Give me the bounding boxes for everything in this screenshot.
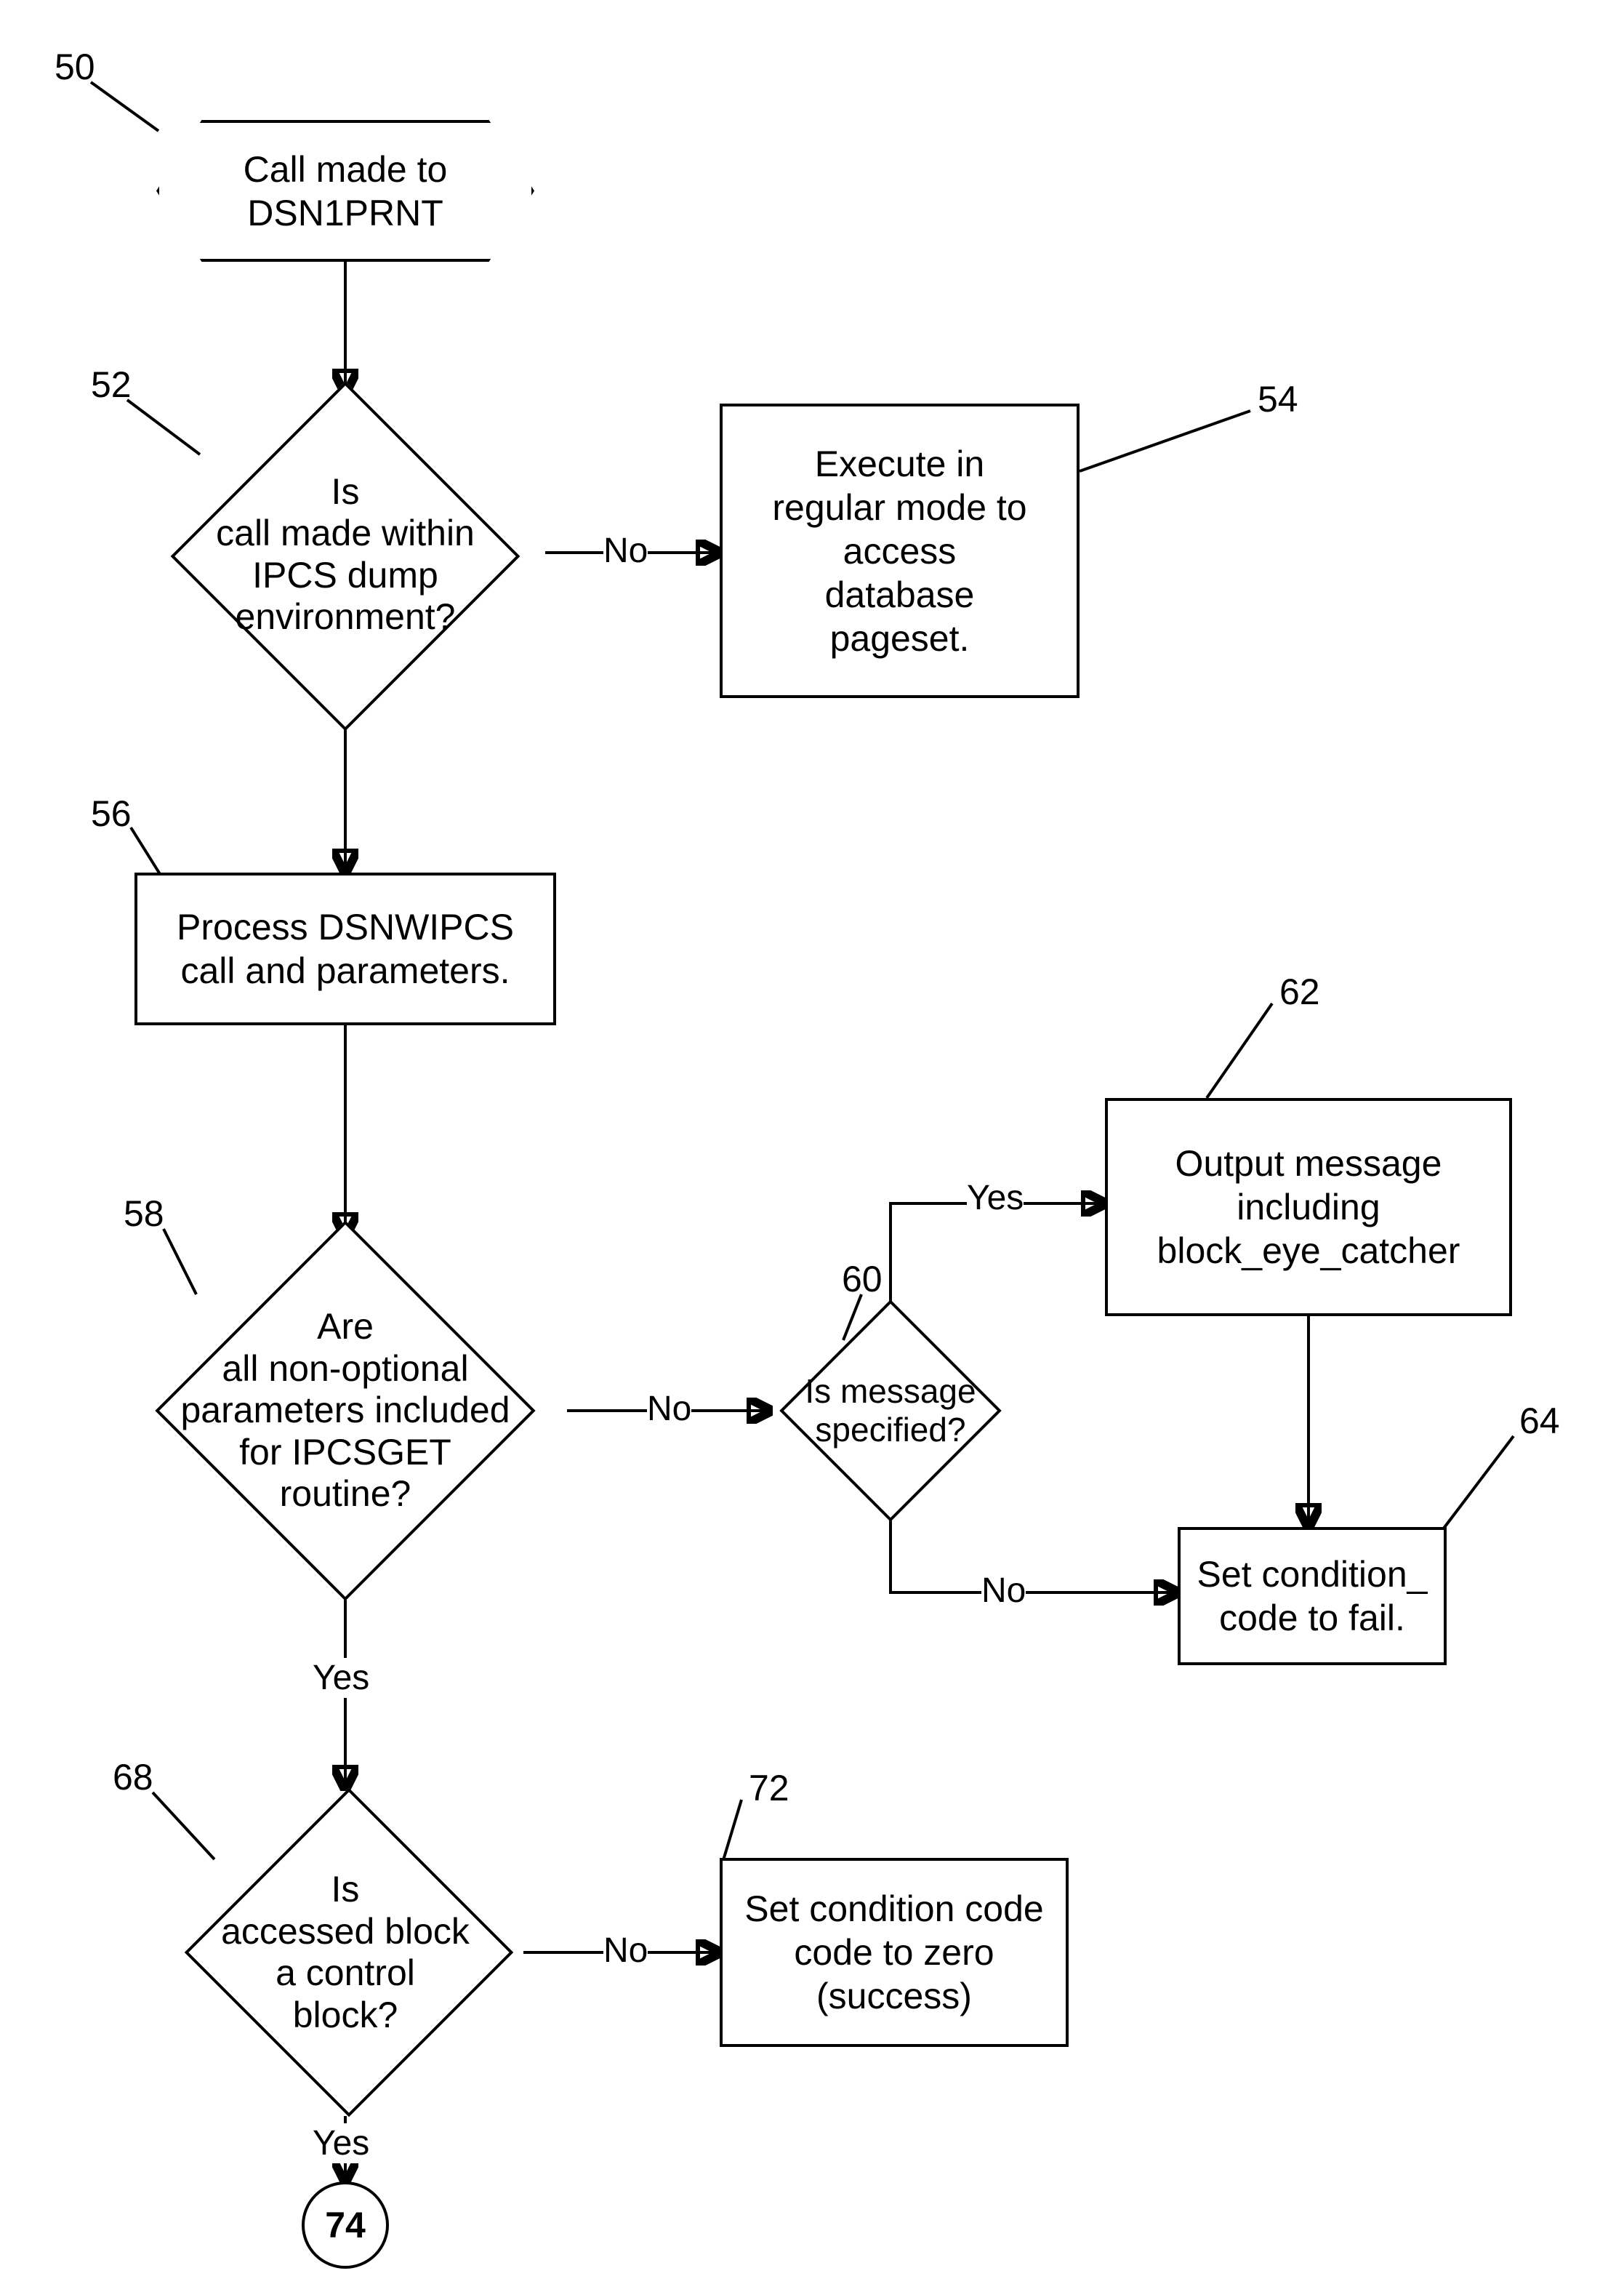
node-64-text: Set condition_ code to fail. [1181,1530,1444,1662]
flowchart-canvas: 50 52 54 56 58 60 62 64 68 72 No No Yes … [0,0,1624,2276]
edge-60-no: No [981,1571,1026,1611]
edge-52-no: No [603,531,648,571]
ref-52: 52 [91,364,132,406]
edge-68-no: No [603,1931,648,1971]
ref-68: 68 [113,1756,153,1798]
ref-72: 72 [749,1767,789,1809]
ref-62: 62 [1279,971,1320,1013]
node-74-text: 74 [305,2184,386,2266]
node-54-text: Execute in regular mode to access databa… [723,406,1077,695]
node-58-text: Are all non-optional parameters included… [116,1236,574,1585]
ref-60: 60 [842,1258,883,1300]
node-74: 74 [302,2181,389,2269]
ref-56: 56 [91,793,132,835]
node-56: Process DSNWIPCS call and parameters. [134,873,556,1025]
node-68: Is accessed block a control block? [164,1789,527,2116]
edge-60-yes: Yes [967,1178,1024,1218]
node-64: Set condition_ code to fail. [1178,1527,1447,1665]
node-60: Is message specified? [767,1302,1014,1520]
edge-58-yes: Yes [313,1658,369,1698]
node-60-text: Is message specified? [767,1302,1014,1520]
node-56-text: Process DSNWIPCS call and parameters. [137,875,553,1022]
ref-54: 54 [1258,378,1298,420]
ref-64: 64 [1519,1400,1560,1442]
edge-68-yes: Yes [313,2123,369,2163]
node-start-text: Call made to DSN1PRNT [159,123,531,259]
node-62-text: Output message including block_eye_catch… [1108,1101,1509,1313]
node-62: Output message including block_eye_catch… [1105,1098,1512,1316]
node-start: Call made to DSN1PRNT [156,120,534,262]
node-54: Execute in regular mode to access databa… [720,404,1080,698]
ref-58: 58 [124,1193,164,1235]
node-58: Are all non-optional parameters included… [116,1236,574,1585]
node-52: Is call made within IPCS dump environmen… [142,393,549,716]
node-68-text: Is accessed block a control block? [164,1789,527,2116]
ref-50: 50 [55,46,95,88]
edge-58-no: No [647,1389,691,1429]
node-72: Set condition code code to zero (success… [720,1858,1069,2047]
node-52-text: Is call made within IPCS dump environmen… [142,393,549,716]
node-72-text: Set condition code code to zero (success… [723,1861,1066,2044]
